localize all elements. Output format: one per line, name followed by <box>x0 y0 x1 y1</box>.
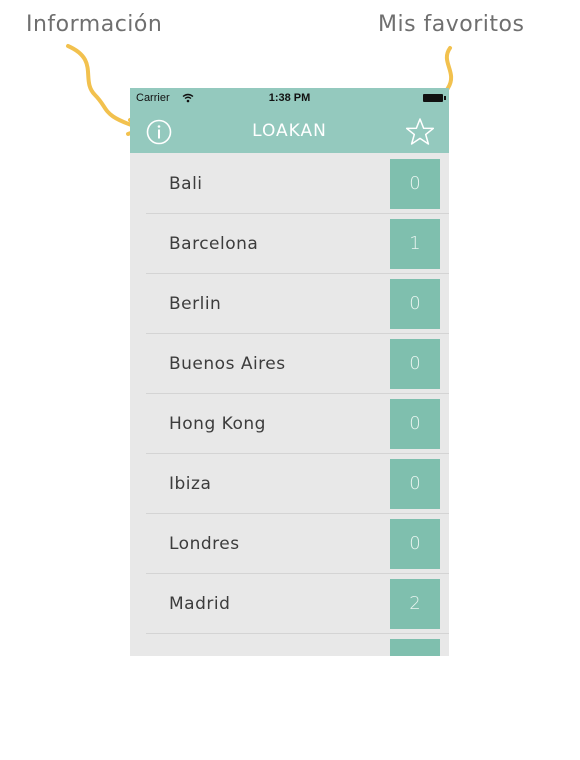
city-name: Hong Kong <box>169 414 266 434</box>
city-name: Ibiza <box>169 474 212 494</box>
city-row[interactable]: Barcelona 1 <box>130 214 449 274</box>
favorite-count-badge: 0 <box>390 459 440 509</box>
star-icon <box>405 118 435 145</box>
phone-screen: Carrier 1:38 PM LOAKAN Bali 0 Barcelona … <box>130 88 449 656</box>
city-name: Berlin <box>169 294 222 314</box>
city-row[interactable]: Ibiza 0 <box>130 454 449 514</box>
city-list: Bali 0 Barcelona 1 Berlin 0 Buenos Aires… <box>130 154 449 656</box>
city-row[interactable]: Hong Kong 0 <box>130 394 449 454</box>
status-time: 1:38 PM <box>268 92 311 104</box>
favorite-count-badge: 0 <box>390 279 440 329</box>
status-bar: Carrier 1:38 PM <box>136 92 446 106</box>
city-name: Barcelona <box>169 234 259 254</box>
city-row[interactable]: Bali 0 <box>130 154 449 214</box>
favorites-button[interactable] <box>405 117 435 147</box>
navigation-bar: Carrier 1:38 PM LOAKAN <box>130 88 449 153</box>
favorite-count-badge: 0 <box>390 519 440 569</box>
city-row[interactable]: Buenos Aires 0 <box>130 334 449 394</box>
app-title: LOAKAN <box>252 121 327 141</box>
favorite-count-badge: 1 <box>390 219 440 269</box>
city-row[interactable]: Berlin 0 <box>130 274 449 334</box>
favorite-count-badge: 2 <box>390 579 440 629</box>
city-name: Madrid <box>169 594 231 614</box>
city-name: Buenos Aires <box>169 354 286 374</box>
favorite-count-badge: 0 <box>390 339 440 389</box>
battery-icon <box>423 94 446 102</box>
info-callout-label: Información <box>26 12 163 37</box>
city-row-partial[interactable] <box>130 634 449 656</box>
favorite-count-badge: 0 <box>390 159 440 209</box>
favorites-callout-label: Mis favoritos <box>378 12 525 37</box>
city-name: Bali <box>169 174 203 194</box>
city-row[interactable]: Madrid 2 <box>130 574 449 634</box>
favorite-count-badge <box>390 639 440 656</box>
favorite-count-badge: 0 <box>390 399 440 449</box>
city-name: Londres <box>169 534 240 554</box>
city-row[interactable]: Londres 0 <box>130 514 449 574</box>
